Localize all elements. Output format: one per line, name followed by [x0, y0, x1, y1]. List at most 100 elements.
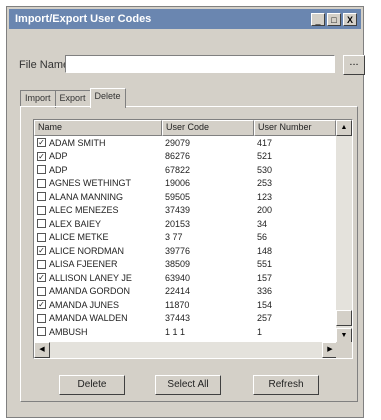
- close-button[interactable]: X: [343, 12, 357, 26]
- table-row[interactable]: ALEC MENEZES 37439 200: [34, 204, 338, 218]
- scroll-up-button[interactable]: ▲: [336, 120, 352, 136]
- file-name-row: File Name ...: [19, 55, 365, 77]
- window-title: Import/Export User Codes: [15, 13, 152, 25]
- user-number-cell: 148: [257, 245, 273, 256]
- table-row[interactable]: ✓ ALLISON LANEY JE 63940 157: [34, 271, 338, 285]
- table-row[interactable]: ALEX BAIEY 20153 34: [34, 217, 338, 231]
- user-number-cell: 56: [257, 232, 268, 243]
- row-checkbox[interactable]: [37, 313, 46, 323]
- table-row[interactable]: ✓ ALICE NORDMAN 39776 148: [34, 244, 338, 258]
- delete-button[interactable]: Delete: [59, 375, 125, 395]
- row-checkbox[interactable]: [37, 192, 46, 202]
- user-code-cell: 20153: [165, 218, 191, 229]
- row-checkbox[interactable]: ✓: [37, 300, 46, 310]
- user-code-cell: 11870: [165, 299, 190, 310]
- column-header-user-code[interactable]: User Code: [162, 120, 254, 136]
- delete-tab-panel: Name User Code User Number ✓ ADAM SMITH 29…: [20, 106, 358, 402]
- row-checkbox[interactable]: [37, 205, 46, 215]
- table-row[interactable]: AGNES WETHINGT 19006 253: [34, 177, 338, 191]
- user-name: ADP: [49, 151, 68, 162]
- name-cell: ✓ ADAM SMITH: [34, 138, 162, 148]
- table-row[interactable]: AMANDA WALDEN 37443 257: [34, 312, 338, 326]
- name-cell: AMANDA GORDON: [34, 286, 162, 296]
- table-row[interactable]: ALICE METKE 3 77 56: [34, 231, 338, 245]
- name-cell: AMBUSH: [34, 327, 162, 337]
- column-header-name[interactable]: Name: [34, 120, 162, 136]
- title-bar: Import/Export User Codes _ □ X: [9, 9, 361, 29]
- table-row[interactable]: ✓ ADP 86276 521: [34, 150, 338, 164]
- user-code-cell: 19006: [165, 178, 191, 189]
- table-row[interactable]: ALANA MANNING 59505 123: [34, 190, 338, 204]
- row-checkbox[interactable]: [37, 219, 46, 229]
- maximize-button[interactable]: □: [327, 12, 341, 26]
- table-row[interactable]: ✓ ADAM SMITH 29079 417: [34, 136, 338, 150]
- row-checkbox[interactable]: [37, 178, 46, 188]
- table-row[interactable]: ✓ AMANDA JUNES 11870 154: [34, 298, 338, 312]
- user-number-cell: 1: [257, 326, 263, 337]
- user-number-cell: 417: [257, 137, 273, 148]
- user-name: ALICE METKE: [49, 232, 109, 243]
- name-cell: ALANA MANNING: [34, 192, 162, 202]
- name-cell: AMANDA WALDEN: [34, 313, 162, 323]
- tab-delete[interactable]: Delete: [89, 88, 126, 108]
- user-number-cell: 123: [257, 191, 273, 202]
- row-checkbox[interactable]: ✓: [37, 138, 46, 148]
- browse-button[interactable]: ...: [343, 55, 365, 75]
- row-checkbox[interactable]: ✓: [37, 273, 46, 283]
- user-number-cell: 530: [257, 164, 273, 175]
- user-name: ALEC MENEZES: [49, 205, 119, 216]
- list-header: Name User Code User Number: [34, 120, 352, 136]
- row-checkbox[interactable]: [37, 286, 46, 296]
- user-number-cell: 521: [257, 151, 273, 162]
- user-name: AMANDA GORDON: [49, 286, 131, 297]
- vertical-scroll-thumb[interactable]: [336, 310, 352, 326]
- user-number-cell: 336: [257, 286, 273, 297]
- user-number-cell: 551: [257, 259, 273, 270]
- user-number-cell: 154: [257, 299, 273, 310]
- user-code-cell: 86276: [165, 151, 191, 162]
- user-name: ALLISON LANEY JE: [49, 272, 132, 283]
- column-header-user-number[interactable]: User Number: [254, 120, 336, 136]
- row-checkbox[interactable]: [37, 232, 46, 242]
- file-name-label: File Name: [19, 59, 70, 71]
- row-checkbox[interactable]: ✓: [37, 151, 46, 161]
- name-cell: ✓ ALLISON LANEY JE: [34, 273, 162, 283]
- name-cell: AGNES WETHINGT: [34, 178, 162, 188]
- name-cell: ALEX BAIEY: [34, 219, 162, 229]
- row-checkbox[interactable]: ✓: [37, 246, 46, 256]
- user-number-cell: 200: [257, 205, 273, 216]
- row-checkbox[interactable]: [37, 165, 46, 175]
- list-rows: ✓ ADAM SMITH 29079 417 ✓ ADP 86276 521 ADP 67822 5…: [34, 136, 338, 339]
- name-cell: ALISA FJEENER: [34, 259, 162, 269]
- vertical-scrollbar[interactable]: ▲ ▼: [336, 120, 352, 344]
- file-name-input[interactable]: [65, 55, 335, 73]
- user-code-cell: 67822: [165, 164, 191, 175]
- user-number-cell: 157: [257, 272, 273, 283]
- user-number-cell: 253: [257, 178, 273, 189]
- minimize-button[interactable]: _: [311, 12, 325, 26]
- scrollbar-corner: [336, 342, 352, 358]
- row-checkbox[interactable]: [37, 259, 46, 269]
- name-cell: ✓ ADP: [34, 151, 162, 161]
- user-name: AMANDA JUNES: [49, 299, 120, 310]
- select-all-button[interactable]: Select All: [155, 375, 221, 395]
- user-code-list[interactable]: Name User Code User Number ✓ ADAM SMITH 29…: [33, 119, 353, 359]
- table-row[interactable]: AMBUSH 1 1 1 1: [34, 325, 338, 339]
- user-code-cell: 3 77: [165, 232, 183, 243]
- user-code-cell: 63940: [165, 272, 191, 283]
- horizontal-scrollbar[interactable]: ◀ ▶: [34, 342, 338, 358]
- user-code-cell: 59505: [165, 191, 191, 202]
- table-row[interactable]: ADP 67822 530: [34, 163, 338, 177]
- scroll-left-button[interactable]: ◀: [34, 342, 50, 358]
- name-cell: ALEC MENEZES: [34, 205, 162, 215]
- table-row[interactable]: AMANDA GORDON 22414 336: [34, 285, 338, 299]
- user-name: ALISA FJEENER: [49, 259, 118, 270]
- user-name: ADAM SMITH: [49, 137, 106, 148]
- refresh-button[interactable]: Refresh: [253, 375, 319, 395]
- user-code-cell: 37439: [165, 205, 191, 216]
- table-row[interactable]: ALISA FJEENER 38509 551: [34, 258, 338, 272]
- user-number-cell: 34: [257, 218, 268, 229]
- name-cell: ALICE METKE: [34, 232, 162, 242]
- name-cell: ADP: [34, 165, 162, 175]
- row-checkbox[interactable]: [37, 327, 46, 337]
